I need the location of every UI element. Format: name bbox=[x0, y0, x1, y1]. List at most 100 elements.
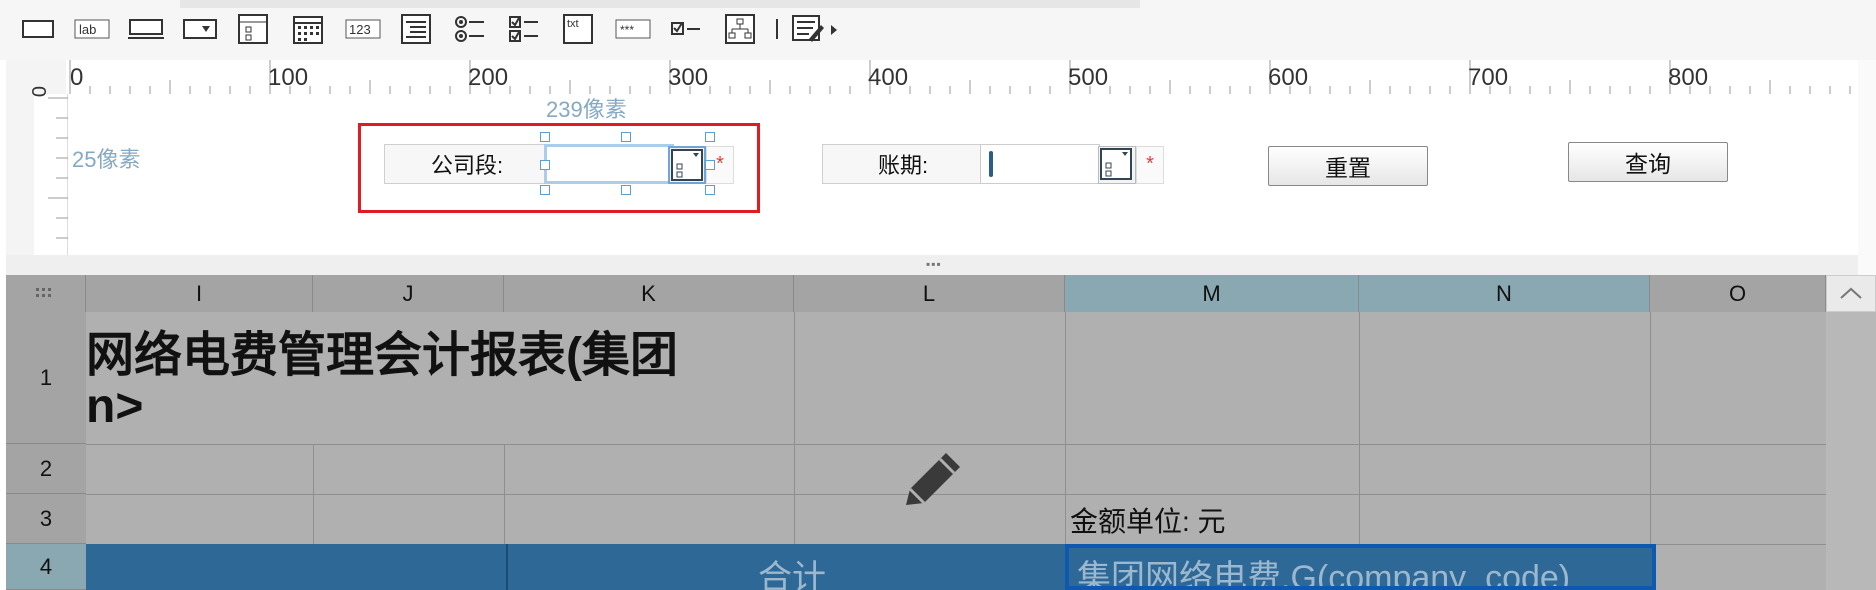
ruler-label-200: 200 bbox=[468, 64, 509, 91]
panel-splitter[interactable]: ▪▪▪ bbox=[6, 255, 1858, 275]
report-grid[interactable]: I J K L M N O 1 2 3 4 网络电费管理会计报表(集团 n> 金… bbox=[6, 275, 1876, 590]
grid-corner[interactable] bbox=[6, 275, 86, 312]
ruler-label-700: 700 bbox=[1468, 64, 1509, 91]
rectangle-tool-button[interactable] bbox=[20, 12, 56, 46]
report-title-line2[interactable]: n> bbox=[86, 379, 143, 434]
vertical-ruler-label: 0 bbox=[27, 85, 50, 98]
radio-group-tool-button[interactable] bbox=[452, 12, 488, 46]
radio-group-icon bbox=[455, 16, 484, 42]
separator-icon bbox=[776, 19, 778, 39]
period-required-mark: * bbox=[1136, 146, 1164, 184]
toolbar-top-strip bbox=[180, 0, 1140, 8]
total-cell[interactable]: 合计 bbox=[506, 544, 1065, 590]
ruler-ticks bbox=[69, 60, 1851, 94]
dropdown-tool-button[interactable] bbox=[180, 12, 220, 46]
grid-line bbox=[504, 444, 505, 544]
chevron-up-icon bbox=[1840, 287, 1862, 299]
col-header-i[interactable]: I bbox=[86, 275, 313, 312]
svg-text:123: 123 bbox=[349, 22, 371, 37]
tree-icon bbox=[725, 14, 755, 44]
parameter-design-panel: 0 100 200 300 400 500 600 700 800 0 239像… bbox=[6, 60, 1858, 259]
textbox-tool-button[interactable] bbox=[126, 12, 166, 46]
col-header-j[interactable]: J bbox=[313, 275, 504, 312]
ruler-label-300: 300 bbox=[668, 64, 709, 91]
period-label: 账期: bbox=[822, 144, 984, 184]
dropdown-tree-icon bbox=[1100, 148, 1132, 180]
edit-form-icon bbox=[792, 15, 837, 42]
checkbox-group-tool-button[interactable] bbox=[506, 12, 542, 46]
total-label: 合计 bbox=[758, 559, 826, 590]
rectangle-icon bbox=[22, 20, 54, 38]
formula-cell[interactable]: 集团网络电费.G(company_code) bbox=[1065, 544, 1656, 590]
period-input[interactable] bbox=[980, 144, 1100, 184]
grid-line bbox=[86, 444, 1826, 445]
password-icon: *** bbox=[615, 19, 651, 39]
number-icon: 123 bbox=[345, 19, 381, 39]
select-all-icon bbox=[36, 288, 51, 297]
width-dimension-label: 239像素 bbox=[546, 97, 627, 122]
list-icon bbox=[401, 14, 431, 44]
date-tool-button[interactable] bbox=[290, 12, 326, 46]
reset-button[interactable]: 重置 bbox=[1268, 146, 1428, 186]
vertical-ruler-ticks bbox=[48, 97, 68, 259]
ruler-label-500: 500 bbox=[1068, 64, 1109, 91]
toolbar-separator bbox=[772, 12, 782, 46]
svg-text:lab: lab bbox=[79, 22, 96, 37]
text-cursor bbox=[989, 151, 993, 177]
height-dimension-label: 25像素 bbox=[72, 147, 141, 172]
horizontal-ruler bbox=[66, 60, 1858, 94]
row4-header-cell[interactable] bbox=[86, 544, 506, 590]
col-header-l[interactable]: L bbox=[794, 275, 1065, 312]
textarea-tool-button[interactable]: txt bbox=[560, 12, 596, 46]
report-title-line1[interactable]: 网络电费管理会计报表(集团 bbox=[86, 315, 678, 385]
ruler-label-100: 100 bbox=[268, 64, 309, 91]
splitter-grip-icon: ▪▪▪ bbox=[926, 257, 942, 271]
grid-line bbox=[1359, 312, 1360, 544]
vertical-scrollbar[interactable] bbox=[1826, 275, 1876, 590]
label-icon: lab bbox=[74, 19, 110, 39]
grid-line bbox=[1065, 312, 1066, 544]
checkbox-group-icon bbox=[509, 16, 538, 42]
calendar-icon bbox=[293, 16, 323, 44]
grid-line bbox=[794, 312, 795, 544]
col-header-o[interactable]: O bbox=[1650, 275, 1826, 312]
grid-line bbox=[313, 444, 314, 544]
dropdown-icon bbox=[183, 19, 217, 39]
row-header-3[interactable]: 3 bbox=[6, 494, 86, 544]
more-tools-button[interactable] bbox=[790, 12, 840, 46]
pencil-icon bbox=[906, 453, 960, 505]
tree-tool-button[interactable] bbox=[722, 12, 758, 46]
col-header-m[interactable]: M bbox=[1065, 275, 1359, 312]
label-tool-button[interactable]: lab bbox=[72, 12, 112, 46]
component-toolbar: lab 123 txt *** bbox=[0, 0, 1876, 60]
period-select-button[interactable] bbox=[1098, 146, 1136, 184]
ruler-label-400: 400 bbox=[868, 64, 909, 91]
checkbox-icon bbox=[671, 22, 700, 35]
checkbox-tool-button[interactable] bbox=[668, 12, 704, 46]
svg-text:***: *** bbox=[620, 23, 634, 37]
list-tool-button[interactable] bbox=[398, 12, 434, 46]
query-button[interactable]: 查询 bbox=[1568, 142, 1728, 182]
row-header-2[interactable]: 2 bbox=[6, 444, 86, 494]
password-tool-button[interactable]: *** bbox=[614, 12, 652, 46]
formula-text: 集团网络电费.G(company_code) bbox=[1077, 559, 1571, 590]
svg-text:txt: txt bbox=[567, 18, 579, 30]
dropdown-tree-tool-button[interactable] bbox=[236, 12, 270, 46]
right-edge-strip bbox=[1858, 60, 1876, 275]
selection-highlight-box bbox=[358, 123, 760, 213]
row-header-1[interactable]: 1 bbox=[6, 312, 86, 444]
dropdown-tree-icon bbox=[238, 14, 268, 44]
col-header-k[interactable]: K bbox=[504, 275, 794, 312]
row-header-4[interactable]: 4 bbox=[6, 544, 86, 590]
report-designer: lab 123 txt *** 0 100 200 300 400 500 60… bbox=[0, 0, 1876, 590]
ruler-label-600: 600 bbox=[1268, 64, 1309, 91]
ruler-label-800: 800 bbox=[1668, 64, 1709, 91]
ruler-label-0: 0 bbox=[70, 64, 84, 91]
col-header-n[interactable]: N bbox=[1359, 275, 1650, 312]
scroll-up-button[interactable] bbox=[1826, 275, 1876, 312]
textbox-icon bbox=[128, 19, 164, 39]
number-tool-button[interactable]: 123 bbox=[344, 12, 382, 46]
amount-unit-cell[interactable]: 金额单位: 元 bbox=[1070, 500, 1226, 540]
vertical-ruler bbox=[34, 94, 68, 259]
textarea-icon: txt bbox=[563, 14, 593, 44]
